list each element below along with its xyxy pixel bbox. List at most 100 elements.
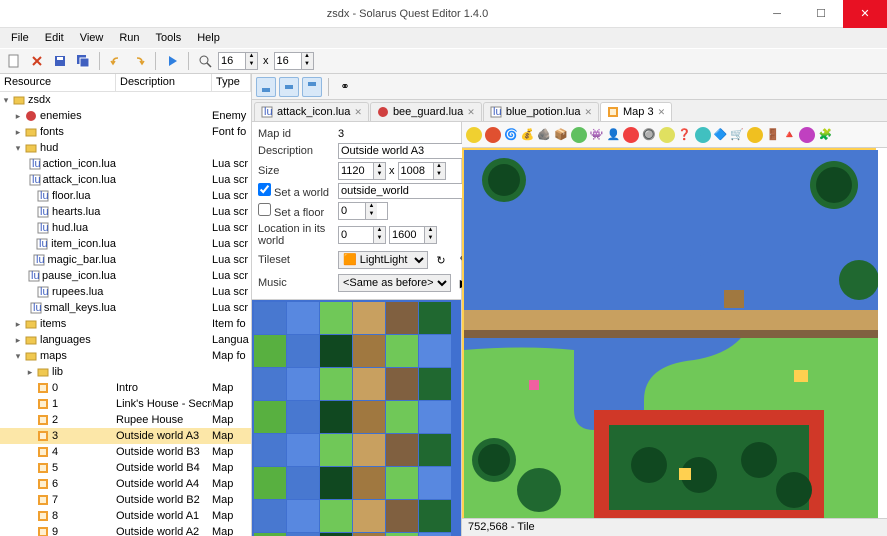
zoom-icon[interactable] xyxy=(195,51,215,71)
entity-tile-icon[interactable] xyxy=(466,127,482,143)
tree-row[interactable]: ▸lib xyxy=(0,364,251,380)
menu-run[interactable]: Run xyxy=(112,30,146,46)
palette-tile[interactable] xyxy=(287,368,319,400)
menu-tools[interactable]: Tools xyxy=(149,30,189,46)
palette-tile[interactable] xyxy=(254,434,286,466)
entity-npc-icon[interactable]: 👤 xyxy=(607,128,621,141)
tree-row[interactable]: 2 Rupee House Map xyxy=(0,412,251,428)
palette-tile[interactable] xyxy=(386,302,418,334)
palette-tile[interactable] xyxy=(287,335,319,367)
palette-tile[interactable] xyxy=(419,335,451,367)
palette-tile[interactable] xyxy=(320,302,352,334)
palette-tile[interactable] xyxy=(386,500,418,532)
menu-edit[interactable]: Edit xyxy=(38,30,71,46)
palette-tile[interactable] xyxy=(419,434,451,466)
entity-shop-icon[interactable]: 🛒 xyxy=(730,128,744,141)
tree-row[interactable]: luahud.lua Lua scr xyxy=(0,220,251,236)
floor-spinbox[interactable]: ▲▼ xyxy=(338,202,388,220)
tree-row[interactable]: ▸items Item fo xyxy=(0,316,251,332)
tree-row[interactable]: luasmall_keys.lua Lua scr xyxy=(0,300,251,316)
layer-low-icon[interactable] xyxy=(256,77,276,97)
palette-tile[interactable] xyxy=(386,434,418,466)
palette-tile[interactable] xyxy=(386,467,418,499)
close-button[interactable]: ✕ xyxy=(843,0,887,28)
tree-row[interactable]: 1 Link's House - Secret room Map xyxy=(0,396,251,412)
maximize-button[interactable]: ☐ xyxy=(799,0,843,28)
save-all-icon[interactable] xyxy=(73,51,93,71)
tree-row[interactable]: luahearts.lua Lua scr xyxy=(0,204,251,220)
entity-block-icon[interactable] xyxy=(623,127,639,143)
new-icon[interactable] xyxy=(4,51,24,71)
palette-tile[interactable] xyxy=(386,335,418,367)
col-description[interactable]: Description xyxy=(116,74,212,91)
palette-tile[interactable] xyxy=(320,434,352,466)
tree-row[interactable]: 4 Outside world B3 Map xyxy=(0,444,251,460)
palette-tile[interactable] xyxy=(287,401,319,433)
grid-h-spinbox[interactable]: ▲▼ xyxy=(274,52,314,70)
entity-switch-icon[interactable]: 🔘 xyxy=(642,128,656,141)
loc-y-spinbox[interactable]: ▲▼ xyxy=(389,226,437,244)
tree-row[interactable]: luaitem_icon.lua Lua scr xyxy=(0,236,251,252)
link-icon[interactable]: ⚭ xyxy=(335,77,355,97)
palette-tile[interactable] xyxy=(287,467,319,499)
palette-tile[interactable] xyxy=(353,401,385,433)
palette-tile[interactable] xyxy=(353,434,385,466)
tree-row[interactable]: ▾zsdx xyxy=(0,92,251,108)
tree-row[interactable]: 8 Outside world A1 Map xyxy=(0,508,251,524)
entity-stream-icon[interactable] xyxy=(747,127,763,143)
palette-tile[interactable] xyxy=(419,401,451,433)
refresh-tileset-icon[interactable]: ↻ xyxy=(431,250,451,270)
palette-tile[interactable] xyxy=(353,368,385,400)
palette-tile[interactable] xyxy=(353,335,385,367)
tab-close-icon[interactable]: ✕ xyxy=(658,107,666,118)
tree-row[interactable]: 9 Outside world A2 Map xyxy=(0,524,251,536)
palette-tile[interactable] xyxy=(419,467,451,499)
minimize-button[interactable]: ─ xyxy=(755,0,799,28)
tab[interactable]: luaattack_icon.lua✕ xyxy=(254,102,369,121)
tree-row[interactable]: ▸fonts Font fo xyxy=(0,124,251,140)
entity-crystal-icon[interactable] xyxy=(695,127,711,143)
save-icon[interactable] xyxy=(50,51,70,71)
entity-teletransporter-icon[interactable]: 🌀 xyxy=(504,128,518,141)
entity-destination-icon[interactable] xyxy=(485,127,501,143)
palette-tile[interactable] xyxy=(353,302,385,334)
floor-checkbox[interactable] xyxy=(258,203,271,216)
resource-tree[interactable]: ▾zsdx ▸enemies Enemy ▸fonts Font fo ▾hud… xyxy=(0,92,251,536)
col-type[interactable]: Type xyxy=(212,74,251,91)
tree-row[interactable]: 6 Outside world A4 Map xyxy=(0,476,251,492)
undo-icon[interactable] xyxy=(106,51,126,71)
layer-mid-icon[interactable] xyxy=(279,77,299,97)
palette-tile[interactable] xyxy=(320,368,352,400)
entity-chest-icon[interactable]: 📦 xyxy=(554,128,568,141)
entity-wall-icon[interactable] xyxy=(659,127,675,143)
palette-tile[interactable] xyxy=(419,368,451,400)
tab-close-icon[interactable]: ✕ xyxy=(467,107,475,118)
tree-row[interactable]: luaaction_icon.lua Lua scr xyxy=(0,156,251,172)
tab[interactable]: bee_guard.lua✕ xyxy=(370,102,482,121)
layer-high-icon[interactable] xyxy=(302,77,322,97)
palette-tile[interactable] xyxy=(320,500,352,532)
map-canvas[interactable] xyxy=(462,148,887,518)
redo-icon[interactable] xyxy=(129,51,149,71)
tree-row[interactable]: luapause_icon.lua Lua scr xyxy=(0,268,251,284)
entity-door-icon[interactable]: 🚪 xyxy=(766,128,780,141)
tree-row[interactable]: ▸languages Langua xyxy=(0,332,251,348)
world-checkbox[interactable] xyxy=(258,183,271,196)
entity-separator-icon[interactable] xyxy=(799,127,815,143)
palette-tile[interactable] xyxy=(419,302,451,334)
entity-crystal-block-icon[interactable]: 🔷 xyxy=(714,128,728,141)
menu-file[interactable]: File xyxy=(4,30,36,46)
palette-tile[interactable] xyxy=(353,500,385,532)
tileset-palette[interactable] xyxy=(252,300,461,536)
tree-row[interactable]: luamagic_bar.lua Lua scr xyxy=(0,252,251,268)
entity-stairs-icon[interactable]: 🔺 xyxy=(783,128,797,141)
palette-tile[interactable] xyxy=(254,368,286,400)
grid-h-input[interactable] xyxy=(275,55,301,67)
tree-row[interactable]: 5 Outside world B4 Map xyxy=(0,460,251,476)
width-spinbox[interactable]: ▲▼ xyxy=(338,162,386,180)
palette-tile[interactable] xyxy=(254,500,286,532)
world-input[interactable] xyxy=(338,183,474,199)
tab[interactable]: Map 3✕ xyxy=(600,102,672,121)
tree-row[interactable]: ▾maps Map fo xyxy=(0,348,251,364)
tree-row[interactable]: 3 Outside world A3 Map xyxy=(0,428,251,444)
